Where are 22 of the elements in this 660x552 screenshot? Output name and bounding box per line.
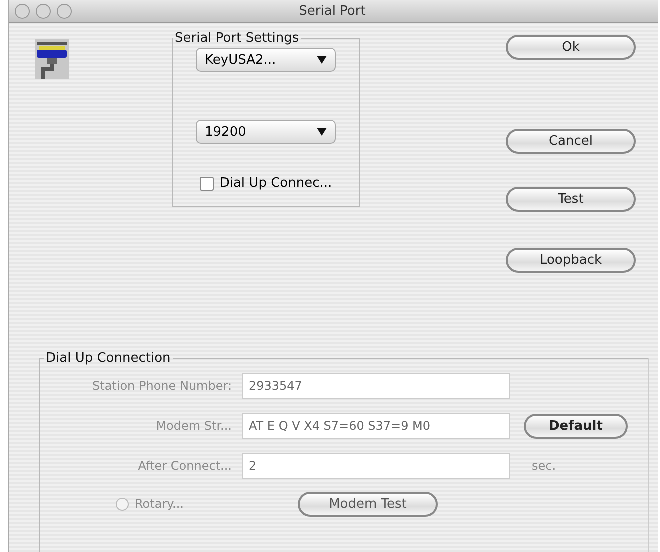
caret-icon	[317, 128, 327, 136]
dialog-button[interactable]: Test	[506, 187, 636, 212]
radio-label: Rotary...	[135, 497, 184, 511]
window-control-icon[interactable]	[36, 4, 51, 18]
group-title: Dial Up Connection	[45, 351, 172, 366]
dialog-button[interactable]: Loopback	[506, 248, 636, 273]
window-title: Serial Port	[298, 4, 367, 18]
group-title: Serial Port Settings	[174, 31, 300, 46]
caret-icon	[317, 56, 327, 64]
dialog-button[interactable]: Ok	[506, 35, 636, 60]
window-control-icon[interactable]	[15, 4, 30, 18]
port-popup[interactable]: KeyUSA2...	[196, 48, 336, 72]
field-label: Modem Str...	[155, 419, 233, 433]
serial-port-icon	[35, 39, 69, 79]
checkbox[interactable]	[200, 176, 214, 190]
field-label: Station Phone Number:	[92, 379, 233, 393]
speed-popup[interactable]: 19200	[196, 120, 336, 144]
window-control-icon[interactable]	[57, 4, 72, 18]
checkbox-label: Dial Up Connec...	[220, 176, 332, 191]
unit-label: sec.	[532, 459, 556, 473]
dialog-button[interactable]: Cancel	[506, 129, 636, 154]
field-label: After Connect...	[137, 459, 233, 473]
